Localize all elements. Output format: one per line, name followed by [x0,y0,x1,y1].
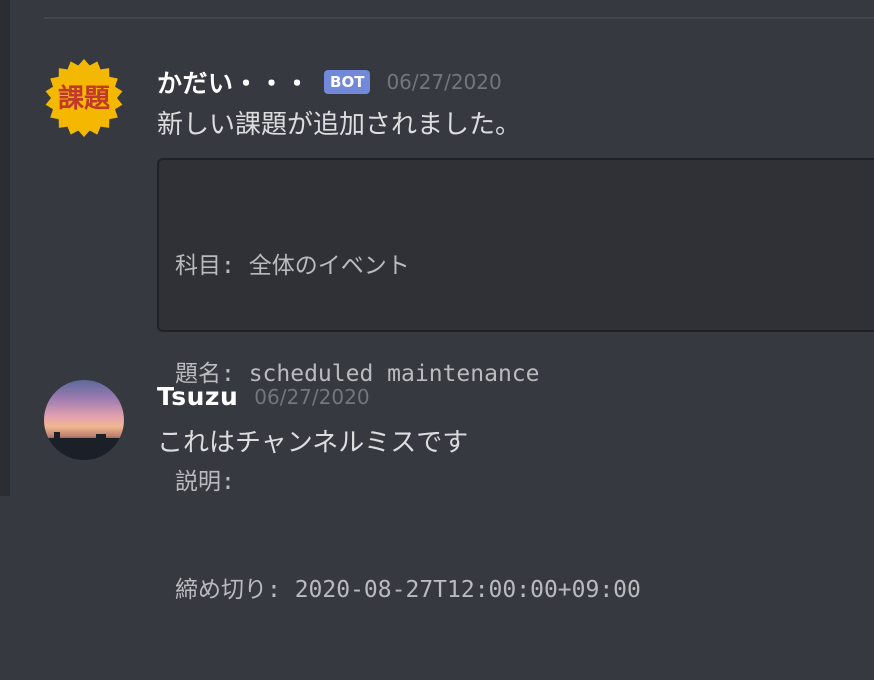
code-line-deadline: 締め切り: 2020-08-27T12:00:00+09:00 [175,577,641,603]
timestamp: 06/27/2020 [386,70,502,94]
kadai-badge-icon: 課題 [45,59,123,137]
timestamp: 06/27/2020 [254,384,370,409]
avatar[interactable] [44,380,124,460]
message-content: 新しい課題が追加されました。 [157,110,522,140]
username[interactable]: Tsuzu [157,382,238,411]
channel-sidebar-edge [0,0,10,496]
message-divider [44,17,874,19]
message-header: かだい・・・ BOT 06/27/2020 [157,64,502,100]
bot-tag: BOT [324,70,371,94]
code-line-description: 説明: [175,469,235,495]
message-content: これはチャンネルミスです [157,428,469,458]
code-line-subject: 科目: 全体のイベント [175,253,410,279]
avatar[interactable]: 課題 [44,58,124,138]
message-header: Tsuzu 06/27/2020 [157,382,370,411]
username[interactable]: かだい・・・ [157,64,310,100]
code-block: 科目: 全体のイベント 題名: scheduled maintenance 説明… [157,158,874,603]
avatar-city-silhouette [44,432,124,460]
avatar-label: 課題 [58,83,111,114]
